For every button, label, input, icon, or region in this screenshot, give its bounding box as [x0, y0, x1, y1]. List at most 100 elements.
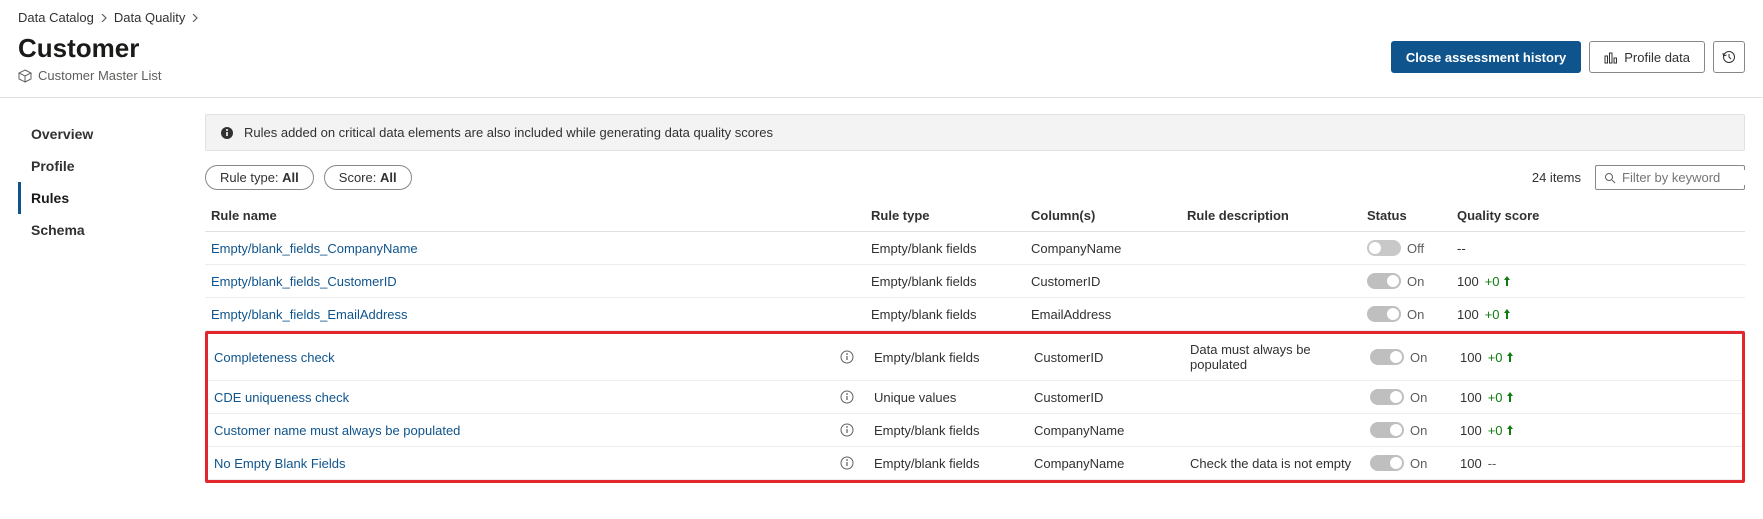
- close-assessment-history-button[interactable]: Close assessment history: [1391, 41, 1581, 73]
- score-value: 100: [1460, 423, 1482, 438]
- columns-cell: CustomerID: [1031, 274, 1187, 289]
- chevron-right-icon: [191, 14, 199, 22]
- quality-score-cell: 100 +0: [1460, 390, 1736, 405]
- rule-name-link[interactable]: Empty/blank_fields_CompanyName: [211, 241, 418, 256]
- col-columns[interactable]: Column(s): [1031, 208, 1187, 223]
- status-toggle[interactable]: On: [1370, 422, 1460, 438]
- status-label: Off: [1407, 241, 1424, 256]
- score-value: 100: [1457, 274, 1479, 289]
- breadcrumb-item[interactable]: Data Quality: [114, 10, 186, 25]
- quality-score-cell: 100 +0: [1457, 307, 1739, 322]
- columns-cell: CompanyName: [1034, 456, 1190, 471]
- status-toggle[interactable]: On: [1367, 306, 1457, 322]
- item-count: 24 items: [1532, 170, 1581, 185]
- delta-up: +0: [1488, 390, 1514, 405]
- rule-name-link[interactable]: Empty/blank_fields_CustomerID: [211, 274, 397, 289]
- bar-chart-icon: [1604, 50, 1618, 64]
- delta-up: +0: [1488, 350, 1514, 365]
- col-quality[interactable]: Quality score: [1457, 208, 1739, 223]
- rule-name-link[interactable]: No Empty Blank Fields: [214, 456, 346, 471]
- status-label: On: [1410, 423, 1427, 438]
- chevron-right-icon: [100, 14, 108, 22]
- rule-name-link[interactable]: Empty/blank_fields_EmailAddress: [211, 307, 408, 322]
- info-icon[interactable]: [840, 423, 854, 437]
- rule-type-cell: Empty/blank fields: [874, 350, 1034, 365]
- quality-score-cell: 100 +0: [1457, 274, 1739, 289]
- filter-rule-type-label: Rule type:: [220, 170, 282, 185]
- columns-cell: CompanyName: [1034, 423, 1190, 438]
- rule-desc-cell: Data must always be populated: [1190, 342, 1370, 372]
- status-label: On: [1410, 350, 1427, 365]
- info-banner: Rules added on critical data elements ar…: [205, 114, 1745, 151]
- sidebar: Overview Profile Rules Schema: [0, 98, 205, 483]
- status-toggle[interactable]: On: [1367, 273, 1457, 289]
- rule-type-cell: Empty/blank fields: [871, 274, 1031, 289]
- info-icon[interactable]: [840, 456, 854, 470]
- search-box[interactable]: [1595, 165, 1745, 190]
- page-subtitle: Customer Master List: [38, 68, 162, 83]
- info-icon[interactable]: [840, 390, 854, 404]
- col-rule-desc[interactable]: Rule description: [1187, 208, 1367, 223]
- table-header: Rule name Rule type Column(s) Rule descr…: [205, 200, 1745, 232]
- status-label: On: [1407, 307, 1424, 322]
- breadcrumb: Data Catalog Data Quality: [18, 10, 1745, 25]
- delta-up: +0: [1485, 274, 1511, 289]
- filter-score-value: All: [380, 170, 397, 185]
- rule-type-cell: Empty/blank fields: [874, 423, 1034, 438]
- rule-type-cell: Unique values: [874, 390, 1034, 405]
- sidebar-item-rules[interactable]: Rules: [18, 182, 205, 214]
- delta-none: --: [1488, 456, 1497, 471]
- highlight-box: Completeness checkEmpty/blank fieldsCust…: [205, 331, 1745, 483]
- score-value: 100: [1460, 350, 1482, 365]
- status-toggle[interactable]: Off: [1367, 240, 1457, 256]
- sidebar-item-schema[interactable]: Schema: [18, 214, 205, 246]
- rule-type-cell: Empty/blank fields: [871, 307, 1031, 322]
- table-row: No Empty Blank Fields Empty/blank fieldsC…: [208, 447, 1742, 480]
- filter-score[interactable]: Score: All: [324, 165, 412, 190]
- profile-data-button[interactable]: Profile data: [1589, 41, 1705, 73]
- info-icon[interactable]: [840, 350, 854, 364]
- status-label: On: [1407, 274, 1424, 289]
- breadcrumb-item[interactable]: Data Catalog: [18, 10, 94, 25]
- delta-up: +0: [1485, 307, 1511, 322]
- sidebar-item-overview[interactable]: Overview: [18, 118, 205, 150]
- cube-icon: [18, 69, 32, 83]
- rule-name-link[interactable]: Customer name must always be populated: [214, 423, 460, 438]
- status-toggle[interactable]: On: [1370, 389, 1460, 405]
- status-toggle[interactable]: On: [1370, 455, 1460, 471]
- table-row: Customer name must always be populated Em…: [208, 414, 1742, 447]
- delta-up: +0: [1488, 423, 1514, 438]
- search-input[interactable]: [1622, 170, 1763, 185]
- status-label: On: [1410, 456, 1427, 471]
- columns-cell: CustomerID: [1034, 390, 1190, 405]
- filter-rule-type[interactable]: Rule type: All: [205, 165, 314, 190]
- history-icon: [1722, 50, 1736, 64]
- rule-name-link[interactable]: CDE uniqueness check: [214, 390, 349, 405]
- status-toggle[interactable]: On: [1370, 349, 1460, 365]
- quality-score-cell: 100 +0: [1460, 350, 1736, 365]
- rule-name-link[interactable]: Completeness check: [214, 350, 335, 365]
- table-row: Empty/blank_fields_CustomerID Empty/blank…: [205, 265, 1745, 298]
- search-icon: [1604, 172, 1616, 184]
- sidebar-item-profile[interactable]: Profile: [18, 150, 205, 182]
- columns-cell: CustomerID: [1034, 350, 1190, 365]
- rule-type-cell: Empty/blank fields: [874, 456, 1034, 471]
- score-value: 100: [1460, 456, 1482, 471]
- quality-score-cell: 100 +0: [1460, 423, 1736, 438]
- filter-score-label: Score:: [339, 170, 380, 185]
- col-status[interactable]: Status: [1367, 208, 1457, 223]
- filter-rule-type-value: All: [282, 170, 299, 185]
- columns-cell: EmailAddress: [1031, 307, 1187, 322]
- quality-score-cell: --: [1457, 241, 1739, 256]
- columns-cell: CompanyName: [1031, 241, 1187, 256]
- score-value: 100: [1460, 390, 1482, 405]
- score-value: --: [1457, 241, 1466, 256]
- col-rule-type[interactable]: Rule type: [871, 208, 1031, 223]
- info-icon: [220, 126, 234, 140]
- table-row: Empty/blank_fields_CompanyNameEmpty/blan…: [205, 232, 1745, 265]
- rules-table: Rule name Rule type Column(s) Rule descr…: [205, 200, 1745, 483]
- history-icon-button[interactable]: [1713, 41, 1745, 73]
- score-value: 100: [1457, 307, 1479, 322]
- table-row: Empty/blank_fields_EmailAddress Empty/bla…: [205, 298, 1745, 331]
- col-rule-name[interactable]: Rule name: [211, 208, 871, 223]
